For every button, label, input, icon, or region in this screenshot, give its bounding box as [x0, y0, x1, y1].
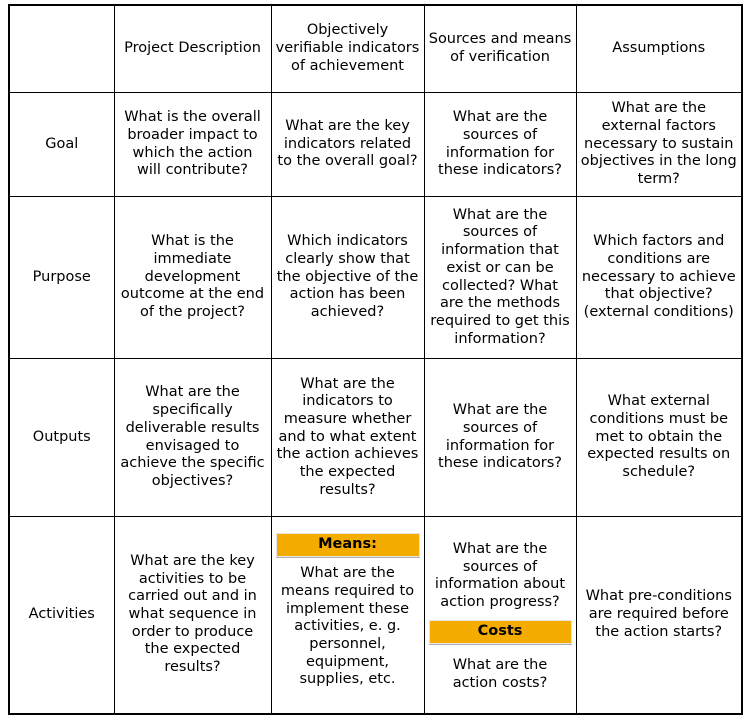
logframe-matrix-container: Project Description Objectively verifiab… — [8, 4, 743, 715]
cell-text: Which indicators clearly show that the o… — [276, 233, 419, 321]
cell-text: What is the immediate development outcom… — [120, 233, 265, 321]
table-row-activities: Activities What are the key activities t… — [8, 516, 743, 714]
cell-purpose-sources: What are the sources of information that… — [423, 196, 577, 359]
row-label-purpose: Purpose — [8, 196, 115, 359]
cell-text: What are the external factors necessary … — [580, 100, 737, 188]
cell-purpose-assumptions: Which factors and conditions are necessa… — [575, 196, 743, 359]
row-label-text: Goal — [45, 135, 79, 152]
cell-outputs-assumptions: What external conditions must be met to … — [575, 358, 743, 517]
column-header-label: Assumptions — [612, 40, 706, 57]
subheader-costs: Costs — [428, 619, 572, 646]
column-header-project-description: Project Description — [113, 4, 272, 93]
cell-outputs-sources: What are the sources of information for … — [423, 358, 577, 517]
cell-activities-sources: What are the sources of information abou… — [423, 516, 577, 714]
row-label-text: Activities — [28, 605, 95, 622]
cell-goal-sources: What are the sources of information for … — [423, 92, 577, 197]
column-header-assumptions: Assumptions — [575, 4, 743, 93]
cell-activities-assumptions: What pre-conditions are required before … — [575, 516, 743, 714]
cell-goal-indicators: What are the key indicators related to t… — [270, 92, 425, 197]
cell-purpose-description: What is the immediate development outcom… — [113, 196, 272, 359]
cell-purpose-indicators: Which indicators clearly show that the o… — [270, 196, 425, 359]
row-label-activities: Activities — [8, 516, 115, 714]
cell-text-costs-body: What are the action costs? — [452, 657, 548, 691]
row-label-text: Purpose — [32, 268, 91, 285]
cell-text: What are the sources of information for … — [438, 109, 562, 179]
cell-text: What are the key activities to be carrie… — [128, 552, 257, 675]
cell-text: What are the key indicators related to t… — [277, 117, 418, 170]
cell-activities-indicators: Means: What are the means required to im… — [270, 516, 425, 714]
column-header-sources: Sources and means of verification — [423, 4, 577, 93]
cell-text: What are the specifically deliverable re… — [120, 384, 265, 489]
row-label-text: Outputs — [32, 428, 91, 445]
row-label-goal: Goal — [8, 92, 115, 197]
cell-text: What are the indicators to measure wheth… — [276, 375, 419, 498]
logframe-table: Project Description Objectively verifiab… — [8, 4, 743, 715]
cell-text: What pre-conditions are required before … — [585, 588, 732, 640]
cell-text: Which factors and conditions are necessa… — [581, 233, 736, 321]
cell-outputs-indicators: What are the indicators to measure wheth… — [270, 358, 425, 517]
cell-goal-description: What is the overall broader impact to wh… — [113, 92, 272, 197]
cell-text: What is the overall broader impact to wh… — [124, 109, 261, 179]
cell-text: What external conditions must be met to … — [587, 393, 731, 481]
subheader-means: Means: — [275, 532, 420, 559]
table-row-goal: Goal What is the overall broader impact … — [8, 92, 743, 197]
column-header-indicators: Objectively verifiable indicators of ach… — [270, 4, 425, 93]
header-corner-cell — [8, 4, 115, 93]
cell-activities-description: What are the key activities to be carrie… — [113, 516, 272, 714]
column-header-label: Objectively verifiable indicators of ach… — [275, 22, 420, 74]
cell-goal-assumptions: What are the external factors necessary … — [575, 92, 743, 197]
cell-text-sources-top: What are the sources of information abou… — [434, 540, 566, 610]
cell-text: What are the sources of information that… — [430, 206, 570, 347]
cell-outputs-description: What are the specifically deliverable re… — [113, 358, 272, 517]
column-header-label: Sources and means of verification — [428, 31, 572, 65]
table-header-row: Project Description Objectively verifiab… — [8, 4, 743, 93]
table-row-outputs: Outputs What are the specifically delive… — [8, 358, 743, 517]
table-row-purpose: Purpose What is the immediate developmen… — [8, 196, 743, 359]
cell-text: What are the sources of information for … — [438, 402, 562, 472]
row-label-outputs: Outputs — [8, 358, 115, 517]
column-header-label: Project Description — [124, 40, 261, 57]
cell-text-means-body: What are the means required to implement… — [280, 565, 415, 688]
